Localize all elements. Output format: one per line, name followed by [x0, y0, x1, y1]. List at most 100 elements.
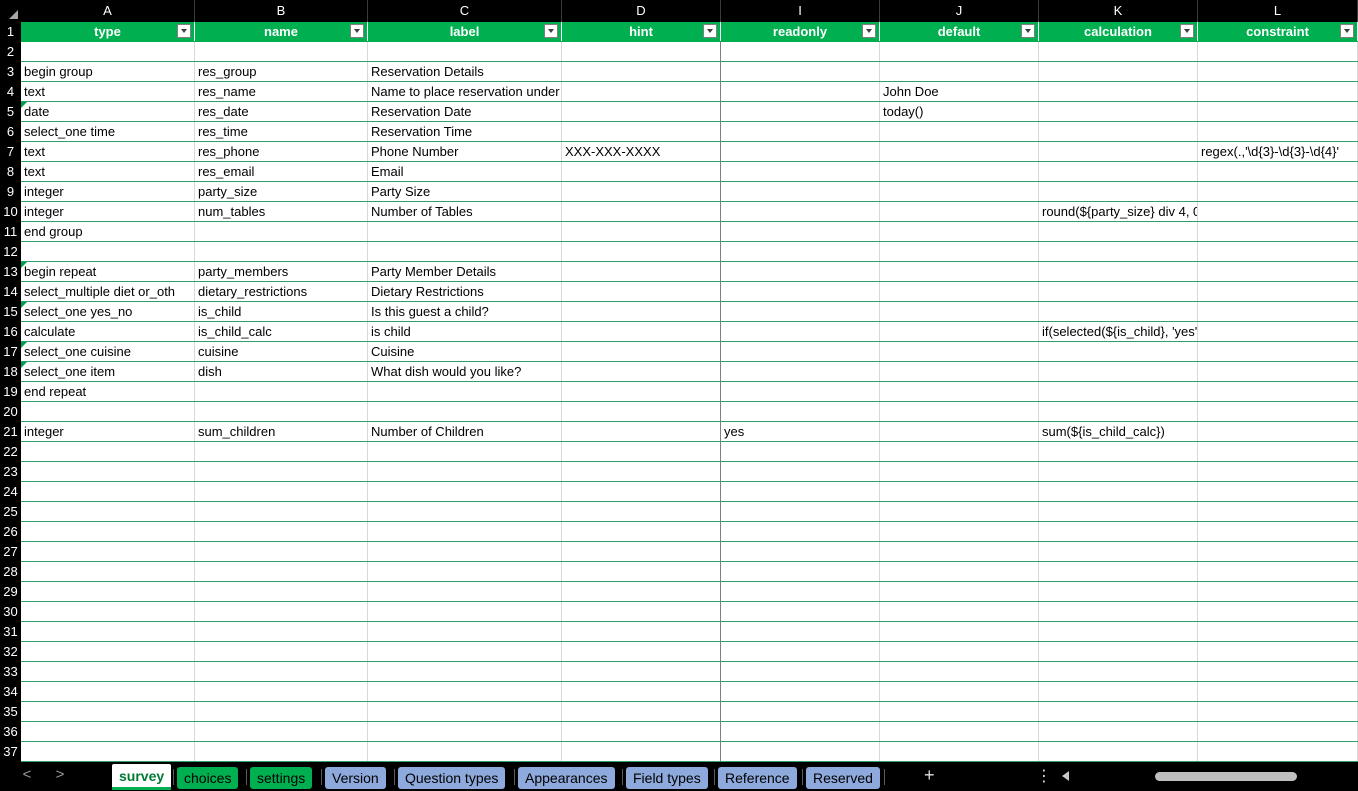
row-header[interactable]: 6: [0, 122, 21, 142]
previous-sheet-button[interactable]: <: [18, 766, 36, 783]
cell-l[interactable]: [1198, 362, 1358, 381]
cell-b[interactable]: party_size: [195, 182, 368, 201]
cell-j[interactable]: [880, 482, 1039, 501]
cell-d[interactable]: [562, 162, 721, 181]
cell-d[interactable]: [562, 82, 721, 101]
cell-k[interactable]: [1039, 282, 1198, 301]
row-header[interactable]: 29: [0, 582, 21, 602]
cell-j[interactable]: [880, 722, 1039, 741]
cell-c[interactable]: [368, 602, 562, 621]
filter-dropdown-icon[interactable]: [1340, 24, 1354, 38]
cell-i[interactable]: [721, 702, 880, 721]
cell-a[interactable]: date: [21, 102, 195, 121]
row-header[interactable]: 31: [0, 622, 21, 642]
row-header[interactable]: 37: [0, 742, 21, 762]
cell-a[interactable]: begin group: [21, 62, 195, 81]
cell-j[interactable]: [880, 462, 1039, 481]
sheet-tab-question-types[interactable]: Question types: [398, 767, 506, 789]
cell-j[interactable]: [880, 602, 1039, 621]
cell-i[interactable]: [721, 482, 880, 501]
cell-a[interactable]: [21, 582, 195, 601]
cell-l[interactable]: regex(.,'\d{3}-\d{3}-\d{4}': [1198, 142, 1358, 161]
cell-b[interactable]: [195, 222, 368, 241]
cell-d[interactable]: [562, 42, 721, 61]
cell-j[interactable]: [880, 422, 1039, 441]
cell-j[interactable]: [880, 502, 1039, 521]
filter-dropdown-icon[interactable]: [862, 24, 876, 38]
cell-b[interactable]: [195, 482, 368, 501]
cell-d[interactable]: [562, 582, 721, 601]
cell-b[interactable]: res_group: [195, 62, 368, 81]
cell-k[interactable]: [1039, 722, 1198, 741]
cell-b[interactable]: dietary_restrictions: [195, 282, 368, 301]
cell-d[interactable]: [562, 242, 721, 261]
cell-b[interactable]: cuisine: [195, 342, 368, 361]
cell-c[interactable]: Is this guest a child?: [368, 302, 562, 321]
row-header[interactable]: 33: [0, 662, 21, 682]
cell-k[interactable]: [1039, 102, 1198, 121]
cell-a[interactable]: text: [21, 162, 195, 181]
cell-l[interactable]: [1198, 382, 1358, 401]
cell-c[interactable]: What dish would you like?: [368, 362, 562, 381]
cell-b[interactable]: res_date: [195, 102, 368, 121]
cell-i[interactable]: [721, 382, 880, 401]
cell-c[interactable]: Number of Children: [368, 422, 562, 441]
cell-b[interactable]: [195, 662, 368, 681]
cell-j[interactable]: [880, 522, 1039, 541]
cell-k[interactable]: [1039, 362, 1198, 381]
cell-a[interactable]: [21, 482, 195, 501]
row-header[interactable]: 7: [0, 142, 21, 162]
row-header[interactable]: 15: [0, 302, 21, 322]
cell-k[interactable]: sum(${is_child_calc}): [1039, 422, 1198, 441]
filter-dropdown-icon[interactable]: [544, 24, 558, 38]
cell-c[interactable]: [368, 742, 562, 761]
cell-b[interactable]: [195, 582, 368, 601]
row-header[interactable]: 9: [0, 182, 21, 202]
cell-k[interactable]: [1039, 602, 1198, 621]
cell-d[interactable]: [562, 122, 721, 141]
cell-i[interactable]: [721, 102, 880, 121]
cell-j[interactable]: [880, 182, 1039, 201]
cell-j[interactable]: [880, 342, 1039, 361]
cell-j[interactable]: [880, 222, 1039, 241]
cell-l[interactable]: [1198, 302, 1358, 321]
header-cell-d[interactable]: hint: [562, 22, 721, 41]
row-header[interactable]: 10: [0, 202, 21, 222]
cell-j[interactable]: [880, 702, 1039, 721]
cell-i[interactable]: [721, 742, 880, 761]
cell-b[interactable]: dish: [195, 362, 368, 381]
sheet-tab-field-types[interactable]: Field types: [626, 767, 708, 789]
cell-d[interactable]: [562, 742, 721, 761]
cell-d[interactable]: [562, 342, 721, 361]
cell-a[interactable]: [21, 622, 195, 641]
cell-j[interactable]: today(): [880, 102, 1039, 121]
cell-a[interactable]: [21, 462, 195, 481]
horizontal-scrollbar-thumb[interactable]: [1155, 772, 1297, 781]
cell-k[interactable]: [1039, 82, 1198, 101]
cell-j[interactable]: [880, 682, 1039, 701]
cell-c[interactable]: [368, 702, 562, 721]
cell-b[interactable]: [195, 542, 368, 561]
cell-i[interactable]: [721, 562, 880, 581]
select-all-button[interactable]: [0, 0, 21, 22]
cell-d[interactable]: [562, 442, 721, 461]
cell-k[interactable]: [1039, 122, 1198, 141]
row-header[interactable]: 30: [0, 602, 21, 622]
row-header[interactable]: 3: [0, 62, 21, 82]
cell-i[interactable]: [721, 362, 880, 381]
cell-k[interactable]: [1039, 662, 1198, 681]
sheet-tab-survey[interactable]: survey: [112, 764, 172, 790]
cell-i[interactable]: [721, 142, 880, 161]
cell-k[interactable]: [1039, 682, 1198, 701]
cell-d[interactable]: [562, 662, 721, 681]
cell-l[interactable]: [1198, 602, 1358, 621]
cell-j[interactable]: [880, 42, 1039, 61]
cell-d[interactable]: [562, 642, 721, 661]
cell-a[interactable]: select_one cuisine: [21, 342, 195, 361]
cell-a[interactable]: [21, 702, 195, 721]
cell-k[interactable]: [1039, 582, 1198, 601]
cell-a[interactable]: select_one yes_no: [21, 302, 195, 321]
cell-b[interactable]: [195, 462, 368, 481]
header-cell-l[interactable]: constraint: [1198, 22, 1358, 41]
cell-j[interactable]: [880, 562, 1039, 581]
